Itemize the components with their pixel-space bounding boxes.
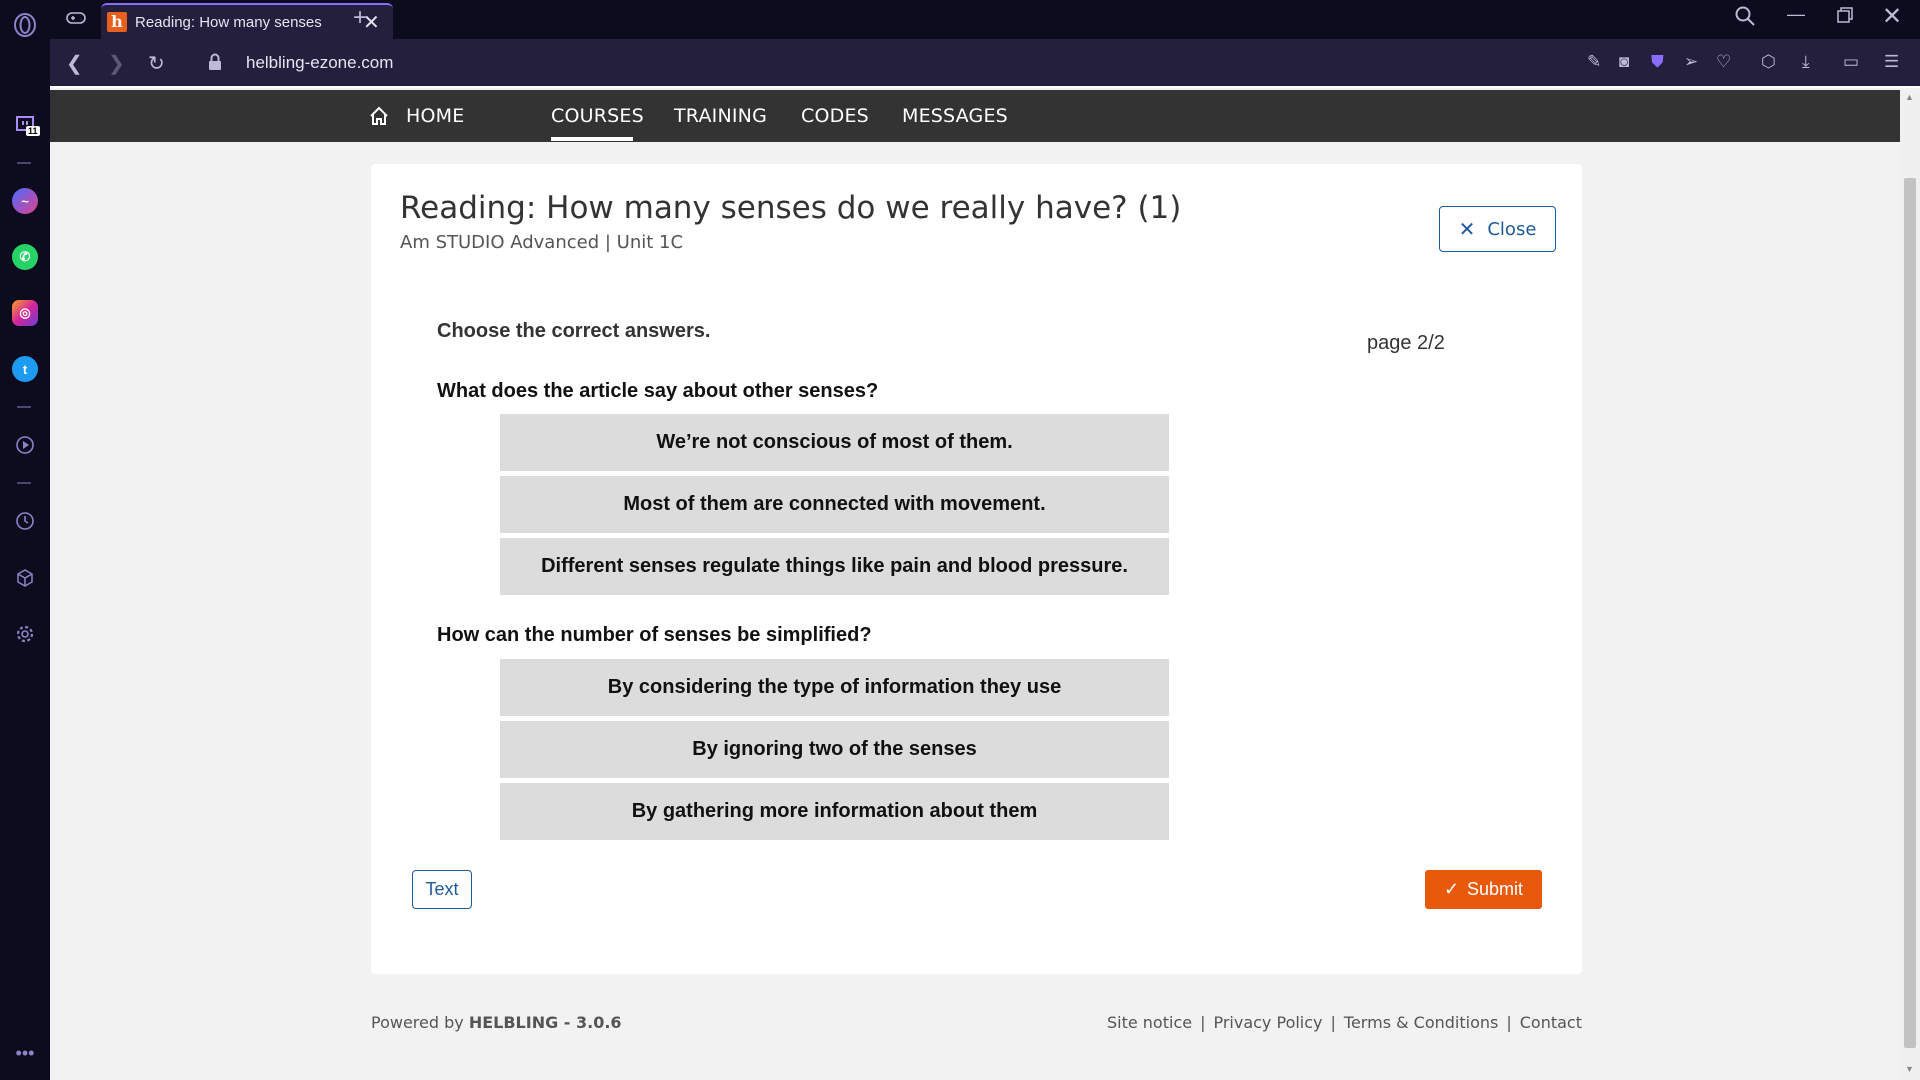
site-navigation: HOME COURSES TRAINING CODES MESSAGES xyxy=(50,90,1900,142)
minimize-icon[interactable]: — xyxy=(1787,4,1805,25)
footer-powered-by: Powered by HELBLING - 3.0.6 xyxy=(371,1013,622,1032)
instagram-icon[interactable]: ◎ xyxy=(12,300,38,326)
answer-option[interactable]: By considering the type of information t… xyxy=(500,659,1169,716)
answer-option[interactable]: By ignoring two of the senses xyxy=(500,721,1169,778)
more-dots-icon[interactable]: ••• xyxy=(12,1040,38,1066)
footer-link-site-notice[interactable]: Site notice xyxy=(1107,1013,1192,1032)
footer-separator: | xyxy=(1506,1013,1512,1032)
question-2: How can the number of senses be simplifi… xyxy=(437,624,872,646)
activity-card: Reading: How many senses do we really ha… xyxy=(371,164,1582,974)
nav-active-underline xyxy=(551,137,633,141)
send-icon[interactable]: ➢ xyxy=(1684,52,1698,72)
instruction-text: Choose the correct answers. xyxy=(437,320,711,342)
forward-icon[interactable]: ❯ xyxy=(108,51,125,76)
nav-courses[interactable]: COURSES xyxy=(551,105,644,127)
sidebar-divider xyxy=(17,162,31,164)
close-button[interactable]: ✕ Close xyxy=(1439,206,1556,252)
search-tabs-icon[interactable] xyxy=(1734,5,1756,32)
cube-icon[interactable]: ⬡ xyxy=(1761,52,1776,72)
answer-option[interactable]: By gathering more information about them xyxy=(500,783,1169,840)
heart-icon[interactable]: ♡ xyxy=(1716,52,1731,72)
gamepad-icon[interactable] xyxy=(65,9,87,32)
history-icon[interactable] xyxy=(12,508,38,534)
tab-strip: h Reading: How many senses ✕ + — ✕ xyxy=(50,0,1920,39)
page-title: Reading: How many senses do we really ha… xyxy=(400,190,1182,226)
answer-option[interactable]: Different senses regulate things like pa… xyxy=(500,538,1169,595)
sidebar-divider xyxy=(17,482,31,484)
text-button[interactable]: Text xyxy=(412,870,472,909)
page-scrollbar[interactable]: ▲ ▼ xyxy=(1900,90,1920,1080)
close-button-label: Close xyxy=(1487,218,1537,240)
battery-icon[interactable]: ▭ xyxy=(1843,52,1859,72)
new-tab-icon[interactable]: + xyxy=(353,4,367,32)
powered-brand: HELBLING - 3.0.6 xyxy=(468,1013,622,1032)
footer-link-terms[interactable]: Terms & Conditions xyxy=(1344,1013,1498,1032)
footer-links: Site notice | Privacy Policy | Terms & C… xyxy=(1107,1013,1582,1032)
window-close-icon[interactable]: ✕ xyxy=(1882,2,1902,31)
tab-title: Reading: How many senses xyxy=(135,13,322,31)
settings-gear-icon[interactable] xyxy=(12,621,38,647)
sidebar-divider xyxy=(17,406,31,408)
scroll-up-icon[interactable]: ▲ xyxy=(1905,92,1914,102)
footer-separator: | xyxy=(1200,1013,1206,1032)
messenger-icon[interactable]: ~ xyxy=(12,188,38,214)
lock-icon[interactable] xyxy=(208,53,222,76)
nav-codes[interactable]: CODES xyxy=(801,105,869,127)
extensions-cube-icon[interactable] xyxy=(12,565,38,591)
powered-prefix: Powered by xyxy=(371,1013,464,1032)
whatsapp-icon[interactable]: ✆ xyxy=(12,244,38,270)
twitch-badge: 11 xyxy=(26,126,40,136)
nav-home[interactable]: HOME xyxy=(406,105,464,127)
twitch-icon[interactable]: 11 xyxy=(12,112,40,138)
player-icon[interactable] xyxy=(12,432,38,458)
restore-icon[interactable] xyxy=(1836,6,1854,29)
tab-active[interactable]: h Reading: How many senses ✕ xyxy=(101,3,393,39)
checkmark-icon: ✓ xyxy=(1443,879,1460,899)
reload-icon[interactable]: ↻ xyxy=(148,51,165,76)
twitter-icon[interactable]: t xyxy=(12,356,38,382)
page-subtitle: Am STUDIO Advanced | Unit 1C xyxy=(400,232,684,253)
page-indicator: page 2/2 xyxy=(1367,332,1445,354)
footer-link-contact[interactable]: Contact xyxy=(1520,1013,1582,1032)
nav-training[interactable]: TRAINING xyxy=(674,105,767,127)
helbling-favicon-icon: h xyxy=(107,12,127,32)
address-bar: ❮ ❯ ↻ helbling-ezone.com ✎ ◙ ⛊ ➢ ♡ ⬡ ⤓ ▭… xyxy=(50,39,1920,88)
scroll-thumb[interactable] xyxy=(1904,178,1916,1048)
close-x-icon: ✕ xyxy=(1458,217,1476,241)
scroll-down-icon[interactable]: ▼ xyxy=(1905,1064,1914,1074)
footer-link-privacy[interactable]: Privacy Policy xyxy=(1213,1013,1322,1032)
edit-share-icon[interactable]: ✎ xyxy=(1587,52,1601,72)
question-1: What does the article say about other se… xyxy=(437,380,879,402)
opera-logo-icon[interactable] xyxy=(12,12,38,38)
submit-button[interactable]: ✓ Submit xyxy=(1425,870,1542,909)
camera-icon[interactable]: ◙ xyxy=(1619,52,1629,72)
back-icon[interactable]: ❮ xyxy=(66,51,83,76)
url-field[interactable]: helbling-ezone.com xyxy=(246,53,393,73)
easy-setup-icon[interactable]: ☰ xyxy=(1884,52,1899,72)
submit-button-label: Submit xyxy=(1467,879,1524,899)
answer-option[interactable]: Most of them are connected with movement… xyxy=(500,476,1169,533)
vpn-shield-icon[interactable]: ⛊ xyxy=(1651,52,1664,72)
footer-separator: | xyxy=(1330,1013,1336,1032)
answer-option[interactable]: We’re not conscious of most of them. xyxy=(500,414,1169,471)
download-icon[interactable]: ⤓ xyxy=(1802,52,1810,72)
home-icon[interactable] xyxy=(368,105,390,132)
browser-sidebar: 11 ~ ✆ ◎ t ••• xyxy=(0,0,50,1080)
nav-messages[interactable]: MESSAGES xyxy=(902,105,1008,127)
